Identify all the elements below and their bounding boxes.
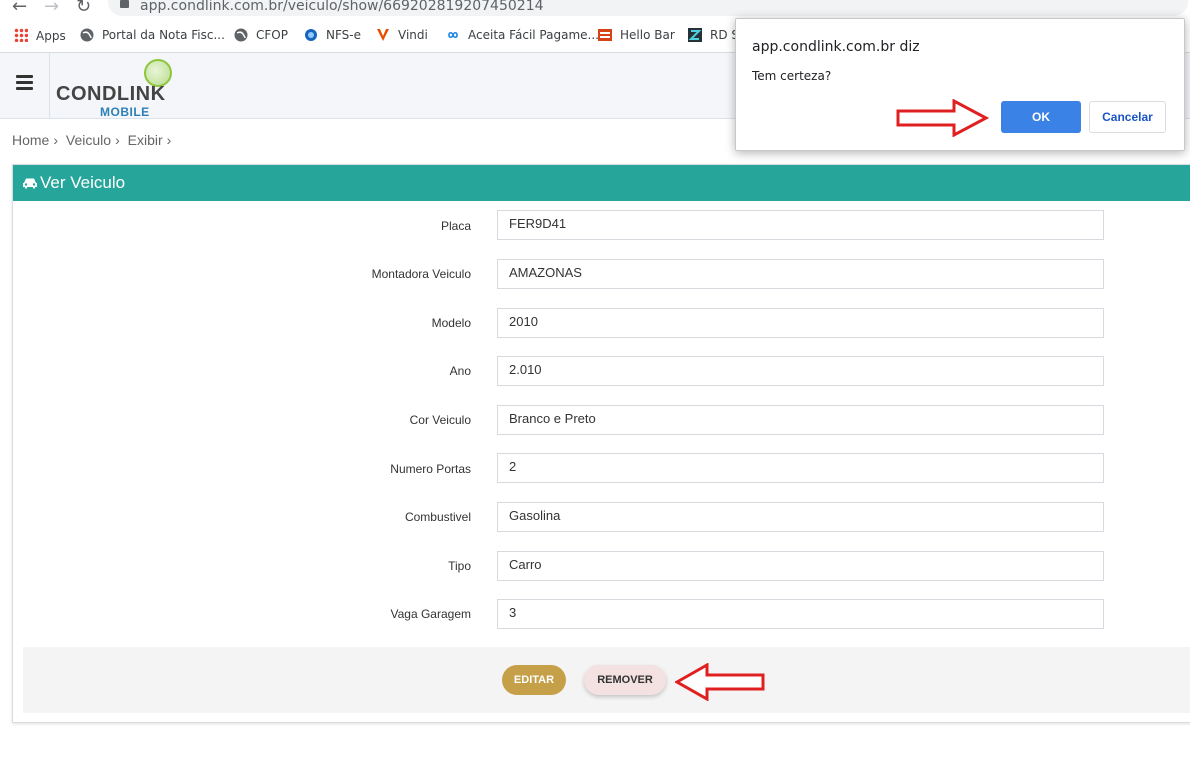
dialog-title: app.condlink.com.br diz <box>752 39 920 55</box>
vindi-icon <box>377 29 389 41</box>
nfse-icon <box>305 29 317 41</box>
apps-grid-icon <box>14 28 28 42</box>
field-label-vaga-garagem: Vaga Garagem <box>390 607 472 621</box>
browser-toolbar: ← → ↻ app.condlink.com.br/veiculo/show/6… <box>0 0 1190 20</box>
panel-actions: EDITAR REMOVER <box>23 647 1190 713</box>
field-input-vaga-garagem[interactable]: 3 <box>497 599 1104 629</box>
field-label-combustivel: Combustivel <box>404 510 471 524</box>
address-bar[interactable]: app.condlink.com.br/veiculo/show/6692028… <box>108 0 1188 16</box>
field-label-tipo: Tipo <box>448 559 471 573</box>
field-label-placa: Placa <box>440 219 471 233</box>
annotation-arrow-left-icon <box>675 663 765 701</box>
header-divider <box>49 53 50 118</box>
breadcrumb-veiculo[interactable]: Veiculo <box>66 132 111 148</box>
rd-icon <box>688 28 702 42</box>
annotation-arrow-right-icon <box>896 99 990 137</box>
bookmark-vindi[interactable]: Vindi <box>376 28 428 42</box>
field-input-placa[interactable]: FER9D41 <box>497 210 1104 240</box>
field-label-numero-portas: Numero Portas <box>390 462 471 476</box>
bookmark-nfse[interactable]: NFS-e <box>304 28 361 42</box>
logo-main-text: CONDLINK <box>56 83 166 105</box>
breadcrumb-home[interactable]: Home <box>12 132 49 148</box>
remove-button[interactable]: REMOVER <box>584 665 666 695</box>
car-icon <box>23 178 37 189</box>
bookmark-hello-bar[interactable]: Hello Bar <box>598 28 675 42</box>
field-input-modelo[interactable]: 2010 <box>497 308 1104 338</box>
ok-button[interactable]: OK <box>1001 101 1081 133</box>
breadcrumb-separator: › <box>53 132 59 148</box>
bookmark-cfop[interactable]: CFOP <box>234 28 288 42</box>
field-label-ano: Ano <box>449 364 471 378</box>
bookmark-portal-nota[interactable]: Portal da Nota Fisc... <box>80 28 225 42</box>
globe-icon <box>234 28 248 42</box>
breadcrumb-exibir[interactable]: Exibir <box>128 132 163 148</box>
hamburger-menu-icon[interactable] <box>16 75 33 93</box>
field-label-modelo: Modelo <box>431 316 471 330</box>
hello-bar-icon <box>598 29 612 41</box>
field-input-cor[interactable]: Branco e Preto <box>497 405 1104 435</box>
field-input-combustivel[interactable]: Gasolina <box>497 502 1104 532</box>
bookmark-aceita-facil[interactable]: Aceita Fácil Pagame... <box>446 28 599 42</box>
field-label-montadora: Montadora Veiculo <box>371 267 471 281</box>
breadcrumb-separator: › <box>115 132 120 148</box>
field-input-montadora[interactable]: AMAZONAS <box>497 259 1104 289</box>
globe-icon <box>80 28 94 42</box>
infinity-icon <box>448 31 458 39</box>
cancel-button[interactable]: Cancelar <box>1089 101 1166 133</box>
breadcrumb: Home › Veiculo › Exibir › <box>12 132 175 148</box>
reload-icon[interactable]: ↻ <box>76 0 91 17</box>
breadcrumb-separator: › <box>166 132 172 148</box>
field-label-cor: Cor Veiculo <box>409 413 471 427</box>
vehicle-panel: Ver Veiculo Placa FER9D41 Montadora Veic… <box>12 164 1190 723</box>
url-text: app.condlink.com.br/veiculo/show/6692028… <box>140 0 544 14</box>
back-arrow-icon[interactable]: ← <box>12 0 27 17</box>
field-input-numero-portas[interactable]: 2 <box>497 453 1104 483</box>
panel-header: Ver Veiculo <box>13 165 1190 201</box>
dialog-message: Tem certeza? <box>752 69 832 83</box>
forward-arrow-icon[interactable]: → <box>44 0 59 17</box>
field-input-ano[interactable]: 2.010 <box>497 356 1104 386</box>
panel-title: Ver Veiculo <box>40 173 126 192</box>
edit-button[interactable]: EDITAR <box>502 665 566 695</box>
bookmark-apps[interactable]: Apps <box>14 28 66 43</box>
confirm-dialog: app.condlink.com.br diz Tem certeza? OK … <box>735 18 1185 151</box>
logo-sub-text: MOBILE <box>100 105 150 119</box>
field-input-tipo[interactable]: Carro <box>497 551 1104 581</box>
lock-icon <box>120 0 129 8</box>
bookmark-rd[interactable]: RD S <box>688 28 739 42</box>
